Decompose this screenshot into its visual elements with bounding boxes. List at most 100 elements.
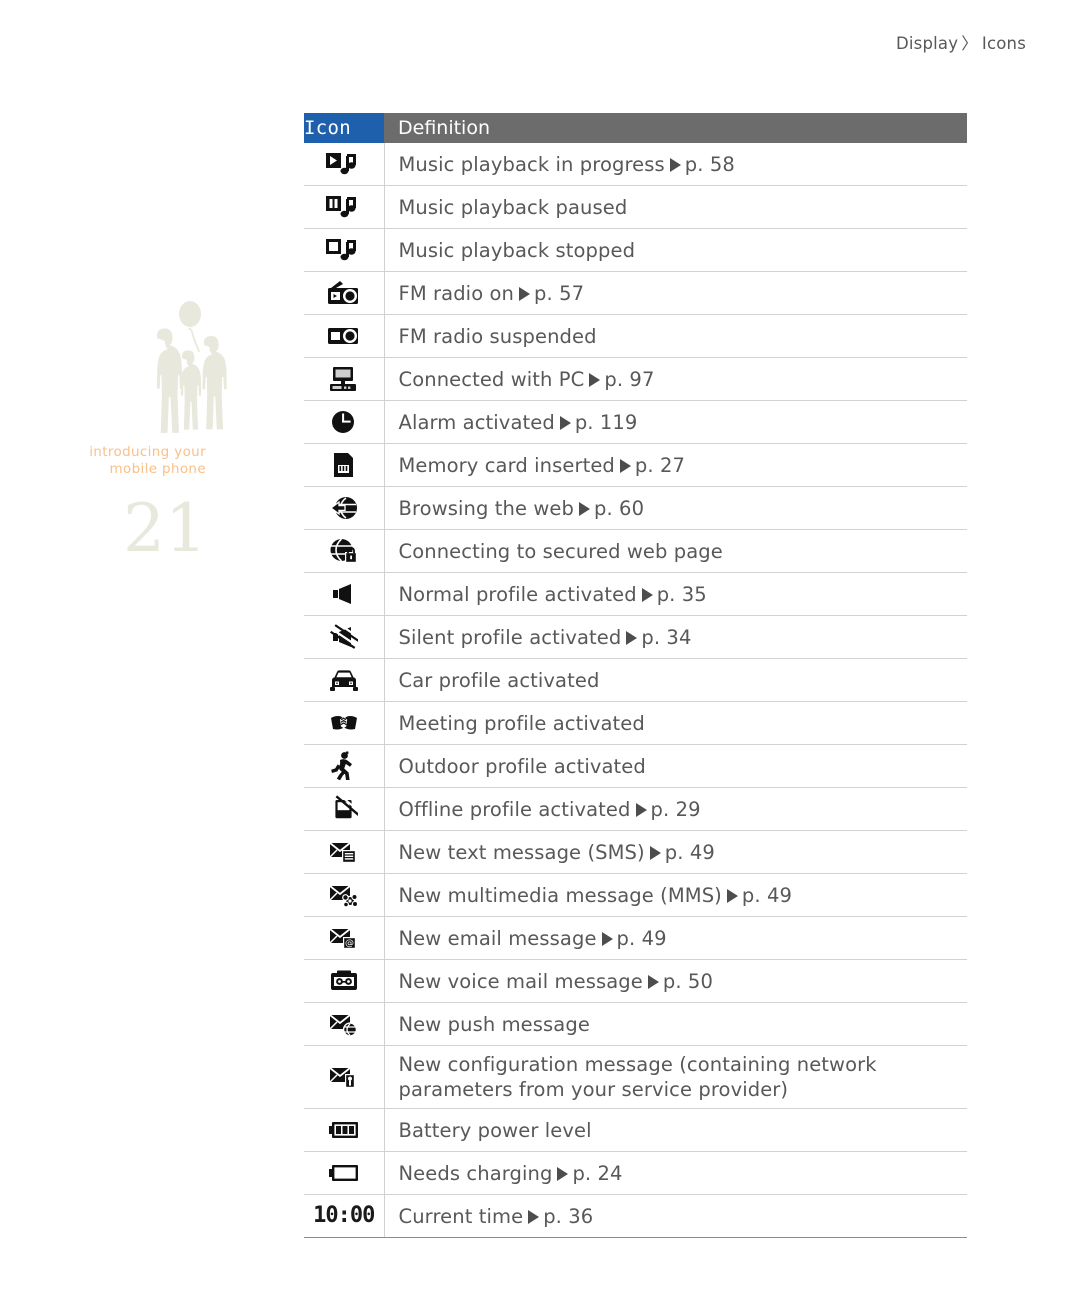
icon-cell: @ — [304, 916, 385, 960]
icon-cell — [304, 1045, 385, 1109]
definition-text: Browsing the web p. 60 — [398, 496, 645, 520]
column-header-icon: Icon — [304, 113, 384, 143]
definition-text: Silent profile activated p. 34 — [398, 625, 692, 649]
music-play-icon — [324, 153, 364, 175]
icon-cell — [304, 701, 385, 745]
clock-time-icon: 10:00 — [313, 1202, 375, 1228]
icon-cell — [304, 787, 385, 831]
definition-text: New email message p. 49 — [398, 926, 667, 950]
definition-cell: Browsing the web p. 60 — [384, 486, 967, 530]
mms-envelope-icon — [329, 885, 359, 908]
icon-cell — [304, 529, 385, 573]
definition-cell: New multimedia message (MMS) p. 49 — [384, 873, 967, 917]
icon-cell — [304, 271, 385, 315]
definition-text: Normal profile activated p. 35 — [398, 582, 707, 606]
definition-text: Connected with PC p. 97 — [398, 367, 655, 391]
page-reference: p. 49 — [664, 840, 715, 864]
definition-text: Current time p. 36 — [398, 1204, 594, 1228]
definition-cell: Battery power level — [384, 1108, 967, 1152]
breadcrumb: Display 〉 Icons — [896, 30, 1026, 54]
table-row: Needs charging p. 24 — [304, 1151, 967, 1195]
definition-text: Music playback stopped — [398, 238, 636, 262]
definition-text: Memory card inserted p. 27 — [398, 453, 685, 477]
family-silhouette-icon — [132, 300, 248, 440]
table-row: Meeting profile activated — [304, 701, 967, 745]
definition-text: Outdoor profile activated — [398, 754, 646, 778]
sms-envelope-icon — [329, 842, 359, 863]
table-row: 10:00 Current time p. 36 — [304, 1194, 967, 1238]
table-row: Music playback paused — [304, 185, 967, 229]
email-envelope-icon: @ — [329, 928, 359, 949]
icon-cell — [304, 1002, 385, 1046]
icon-cell — [304, 486, 385, 530]
definition-cell: Normal profile activated p. 35 — [384, 572, 967, 616]
definition-text: Meeting profile activated — [398, 711, 645, 735]
table-row: Offline profile activated p. 29 — [304, 787, 967, 831]
config-message-icon — [329, 1067, 359, 1088]
secure-web-icon — [329, 538, 359, 563]
page-reference-arrow-icon — [619, 458, 631, 473]
table-row: New configuration message (containing ne… — [304, 1045, 967, 1109]
speaker-normal-icon — [330, 584, 358, 604]
definition-cell: FM radio on p. 57 — [384, 271, 967, 315]
table-row: New voice mail message p. 50 — [304, 959, 967, 1003]
definition-cell: New voice mail message p. 50 — [384, 959, 967, 1003]
page-reference: p. 58 — [684, 152, 735, 176]
icon-cell — [304, 873, 385, 917]
page-reference: p. 36 — [543, 1204, 594, 1228]
definition-text: New multimedia message (MMS) p. 49 — [398, 883, 792, 907]
breadcrumb-separator-icon: 〉 — [961, 34, 978, 53]
definition-cell: Connected with PC p. 97 — [384, 357, 967, 401]
page-reference: p. 97 — [604, 367, 655, 391]
icon-cell — [304, 357, 385, 401]
definition-text: Alarm activated p. 119 — [398, 410, 638, 434]
definition-text: Needs charging p. 24 — [398, 1161, 623, 1185]
definition-text: New configuration message (containing ne… — [398, 1053, 877, 1076]
table-row: Memory card inserted p. 27 — [304, 443, 967, 487]
page-reference-arrow-icon — [647, 974, 659, 989]
definition-text-line-2: parameters from your service provider) — [398, 1078, 789, 1101]
page-reference-arrow-icon — [726, 888, 738, 903]
svg-text:@: @ — [345, 939, 354, 949]
music-pause-icon — [324, 196, 364, 218]
memory-card-icon — [330, 453, 358, 477]
page-reference-arrow-icon — [635, 802, 647, 817]
running-person-icon — [329, 751, 359, 781]
icon-cell — [304, 1151, 385, 1195]
icon-cell — [304, 830, 385, 874]
table-body: Music playback in progress p. 58 Music pla… — [304, 143, 967, 1238]
page-reference: p. 60 — [593, 496, 645, 520]
icon-cell — [304, 314, 385, 358]
definition-cell: Meeting profile activated — [384, 701, 967, 745]
table-row: New push message — [304, 1002, 967, 1046]
icon-cell — [304, 143, 385, 186]
phone-offline-icon — [330, 795, 358, 819]
definition-text: New push message — [398, 1012, 590, 1036]
table-row: Silent profile activated p. 34 — [304, 615, 967, 659]
definition-text: Music playback paused — [398, 195, 628, 219]
table-row: New text message (SMS) p. 49 — [304, 830, 967, 874]
column-header-definition: Definition — [384, 113, 967, 143]
definition-cell: Current time p. 36 — [384, 1194, 967, 1238]
icon-cell — [304, 658, 385, 702]
icon-cell — [304, 615, 385, 659]
definition-cell: Music playback paused — [384, 185, 967, 229]
definition-cell: New email message p. 49 — [384, 916, 967, 960]
table-row: Music playback in progress p. 58 — [304, 143, 967, 186]
page-reference-arrow-icon — [669, 157, 681, 172]
definition-cell: New configuration message (containing ne… — [384, 1045, 967, 1109]
table-row: Browsing the web p. 60 — [304, 486, 967, 530]
definition-text: FM radio on p. 57 — [398, 281, 585, 305]
breadcrumb-section: Display — [895, 34, 959, 53]
definition-cell: New push message — [384, 1002, 967, 1046]
page-reference: p. 24 — [572, 1161, 623, 1185]
web-browsing-icon — [329, 497, 359, 519]
definition-text: New text message (SMS) p. 49 — [398, 840, 715, 864]
page-reference-arrow-icon — [589, 372, 601, 387]
push-message-icon — [329, 1014, 359, 1037]
pc-connected-icon — [329, 367, 359, 391]
table-row: @ New email message p. 49 — [304, 916, 967, 960]
definition-text: Music playback in progress p. 58 — [398, 152, 735, 176]
table-row: FM radio suspended — [304, 314, 967, 358]
icon-cell — [304, 1108, 385, 1152]
